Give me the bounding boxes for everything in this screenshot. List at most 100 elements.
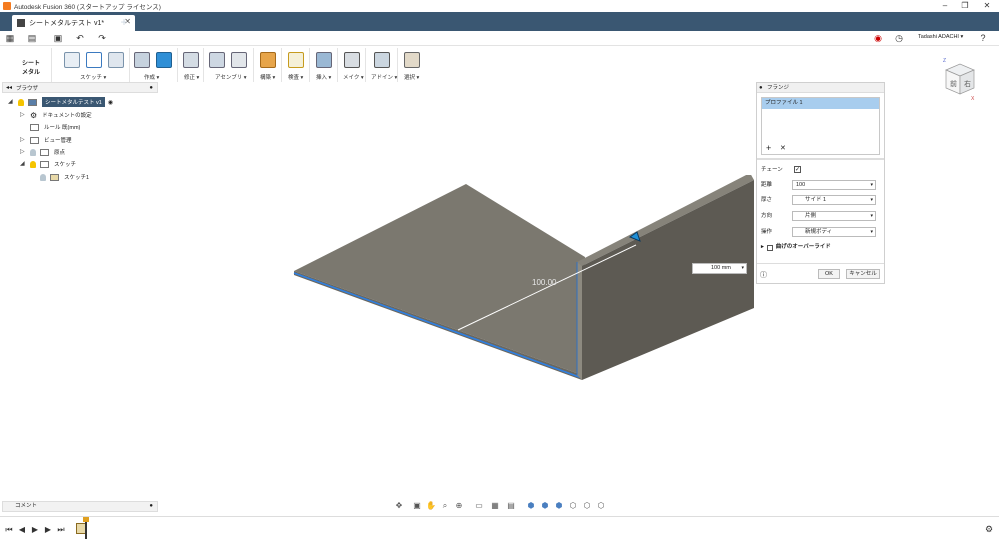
box-view-icon[interactable]: ⬢ [526,501,536,511]
tree-item-sketches[interactable]: ◢ スケッチ [20,158,76,170]
dropdown-arrow-icon[interactable]: ▾ [870,228,873,236]
sketch-group[interactable]: スケッチ ▾ [60,48,130,82]
flange-side[interactable] [577,262,582,380]
file-menu-icon[interactable]: ▤ [26,33,38,44]
tree-item-named-views[interactable]: ▷ ビュー管理 [20,134,72,146]
make-icon[interactable] [344,52,360,68]
step-forward-icon[interactable]: ▶ [44,525,52,534]
go-end-icon[interactable]: ⏭ [57,525,65,534]
insert-image-icon[interactable] [316,52,332,68]
timeline-settings-icon[interactable]: ⚙ [985,525,993,534]
dropdown-arrow-icon[interactable]: ▾ [870,212,873,220]
new-tab-button[interactable]: + [117,16,131,30]
grid-icon[interactable]: ▦ [490,501,500,511]
grid-menu-icon[interactable]: ▦ [4,33,16,44]
joint-icon[interactable] [231,52,247,68]
chain-checkbox[interactable]: ✓ [794,166,801,173]
ok-button[interactable]: OK [818,269,840,279]
perspective-icon[interactable]: ⬡ [596,501,606,511]
dimension-input[interactable]: 100 mm ▾ [692,263,747,274]
insert-group[interactable]: 挿入 ▾ [310,48,338,82]
display-settings-icon[interactable]: ▭ [474,501,484,511]
tree-root[interactable]: ◢ シートメタルテスト v1 ◉ [8,96,113,108]
distance-value[interactable]: 100 [796,182,805,188]
remove-icon[interactable]: ✕ [780,144,786,152]
timeline-marker-handle-icon[interactable] [83,517,89,522]
tree-item-origin[interactable]: ▷ 原点 [20,146,65,158]
shaded-view-icon[interactable]: ⬢ [540,501,550,511]
line-icon[interactable] [86,52,102,68]
visual-style-icon[interactable]: ⬡ [568,501,578,511]
collapsed-icon[interactable]: ▷ [20,149,26,155]
modify-group[interactable]: 修正 ▾ [178,48,204,82]
user-name[interactable]: Tadashi ADACHI ▾ [918,34,963,40]
thickness-select[interactable]: サイド 1 ▾ [792,195,876,205]
construct-group[interactable]: 構築 ▾ [254,48,282,82]
cancel-button[interactable]: キャンセル [846,269,880,279]
bend-override-checkbox[interactable] [766,244,773,251]
collapse-browser-icon[interactable]: ◂◂ [6,84,12,91]
browser-pin-icon[interactable]: ● [149,85,153,91]
tree-item-sketch1[interactable]: スケッチ1 [40,171,89,183]
expand-icon[interactable]: ▸ [761,242,764,253]
addins-group[interactable]: アドイン ▾ [366,48,398,82]
root-label[interactable]: シートメタルテスト v1 [42,97,105,107]
undo-icon[interactable]: ↶ [74,33,86,44]
assemble-group[interactable]: アセンブリ ▾ [204,48,254,82]
bend-override-row[interactable]: ▸ 曲げのオーバーライド [761,242,831,253]
addins-icon[interactable] [374,52,390,68]
operation-select[interactable]: 新規ボディ ▾ [792,227,876,237]
select-icon[interactable] [404,52,420,68]
step-back-icon[interactable]: ◀ [18,525,26,534]
component-icon[interactable] [209,52,225,68]
browser-header[interactable]: ◂◂ ブラウザ ● [2,82,158,93]
dimension-input-value[interactable]: 100 mm [711,265,731,271]
construct-icon[interactable] [260,52,276,68]
collapse-dialog-icon[interactable]: ● [759,83,763,93]
expanded-icon[interactable]: ◢ [20,161,26,167]
tree-item-rules[interactable]: ルール 既(mm) [30,121,80,133]
minimize-button[interactable]: – [934,0,956,12]
play-icon[interactable]: ▶ [31,525,39,534]
make-group[interactable]: メイク ▾ [338,48,366,82]
fit-icon[interactable]: ⊕ [454,501,464,511]
dropdown-arrow-icon[interactable]: ▾ [870,196,873,204]
help-icon[interactable]: ? [977,33,989,44]
dropdown-arrow-icon[interactable]: ▾ [741,264,744,273]
viewports-icon[interactable]: ▤ [506,501,516,511]
profile-list[interactable]: プロファイル 1 + ✕ [761,97,880,155]
workspace-switcher[interactable]: シート メタル [0,48,52,82]
view-cube[interactable]: 前 右 Z X [938,56,978,102]
visibility-bulb-icon[interactable] [30,148,36,156]
visibility-bulb-icon[interactable] [30,160,36,168]
record-icon[interactable]: ◉ [872,33,884,44]
create-icon[interactable] [134,52,150,68]
close-button[interactable]: ✕ [976,0,998,12]
select-group[interactable]: 選択 ▾ [398,48,428,82]
modify-icon[interactable] [183,52,199,68]
create-group[interactable]: 作成 ▾ [130,48,178,82]
camera-icon[interactable]: ▣ [412,501,422,511]
model-viewport[interactable]: 100.00 [280,175,760,390]
orbit-icon[interactable]: ✥ [394,501,404,511]
distance-field[interactable]: 100 ▾ [792,180,876,190]
visibility-bulb-icon[interactable] [40,173,46,181]
dropdown-arrow-icon[interactable]: ▾ [870,181,873,189]
clock-icon[interactable]: ◷ [893,33,905,44]
active-radio-icon[interactable]: ◉ [108,99,113,106]
profile-item[interactable]: プロファイル 1 [762,98,879,109]
zoom-icon[interactable]: ⌕ [440,501,450,511]
comments-pin-icon[interactable]: ● [149,502,153,511]
collapsed-icon[interactable]: ▷ [20,112,26,118]
direction-select[interactable]: 片側 ▾ [792,211,876,221]
tree-item-document-settings[interactable]: ▷ ⚙ ドキュメントの設定 [20,109,92,121]
pan-icon[interactable]: ✋ [426,501,436,511]
collapsed-icon[interactable]: ▷ [20,137,26,143]
expanded-icon[interactable]: ◢ [8,99,14,105]
redo-icon[interactable]: ↷ [96,33,108,44]
rectangle-icon[interactable] [108,52,124,68]
go-start-icon[interactable]: ⏮ [5,525,13,534]
flange-wall[interactable] [582,180,754,380]
maximize-button[interactable]: ❐ [954,0,976,12]
sketch-icon[interactable] [64,52,80,68]
